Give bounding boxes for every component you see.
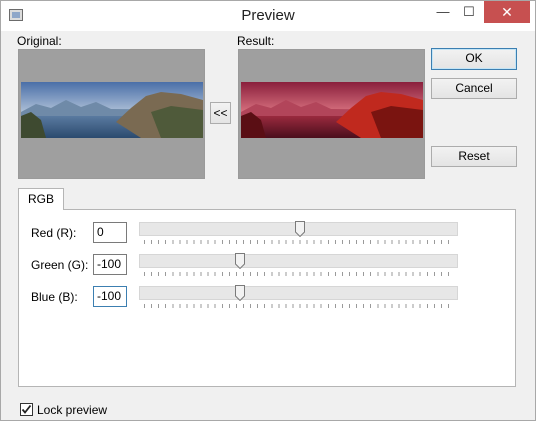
cancel-button[interactable]: Cancel: [431, 78, 517, 99]
green-slider-ticks: [144, 272, 455, 276]
red-value-field[interactable]: 0: [93, 222, 127, 243]
green-slider-track[interactable]: [139, 254, 458, 268]
preview-dialog: Preview — ☐ ✕ Original: << Result: OK Ca…: [0, 0, 536, 421]
red-slider-ticks: [144, 240, 455, 244]
tab-rgb[interactable]: RGB: [18, 188, 64, 210]
checkmark-icon: [21, 404, 32, 414]
original-label: Original:: [17, 34, 62, 48]
blue-slider-thumb[interactable]: [235, 285, 246, 301]
result-label: Result:: [237, 34, 275, 48]
minimize-button[interactable]: —: [430, 1, 456, 23]
result-preview: [238, 49, 425, 179]
reset-button[interactable]: Reset: [431, 146, 517, 167]
original-photo: [21, 82, 203, 138]
blue-value-field[interactable]: -100: [93, 286, 127, 307]
ok-button[interactable]: OK: [431, 48, 517, 70]
blue-label: Blue (B):: [31, 290, 78, 304]
copy-result-button[interactable]: <<: [210, 102, 231, 124]
red-label: Red (R):: [31, 226, 77, 240]
result-photo: [241, 82, 423, 138]
red-slider-thumb[interactable]: [294, 221, 305, 237]
green-slider-thumb[interactable]: [235, 253, 246, 269]
original-preview: [18, 49, 205, 179]
green-label: Green (G):: [31, 258, 89, 272]
close-button[interactable]: ✕: [484, 1, 530, 23]
maximize-button[interactable]: ☐: [456, 1, 482, 23]
blue-slider-ticks: [144, 304, 455, 308]
title-bar: Preview — ☐ ✕: [1, 1, 535, 31]
lock-preview-label: Lock preview: [37, 403, 108, 417]
blue-slider-track[interactable]: [139, 286, 458, 300]
lock-preview-checkbox[interactable]: [20, 403, 33, 416]
green-value-field[interactable]: -100: [93, 254, 127, 275]
